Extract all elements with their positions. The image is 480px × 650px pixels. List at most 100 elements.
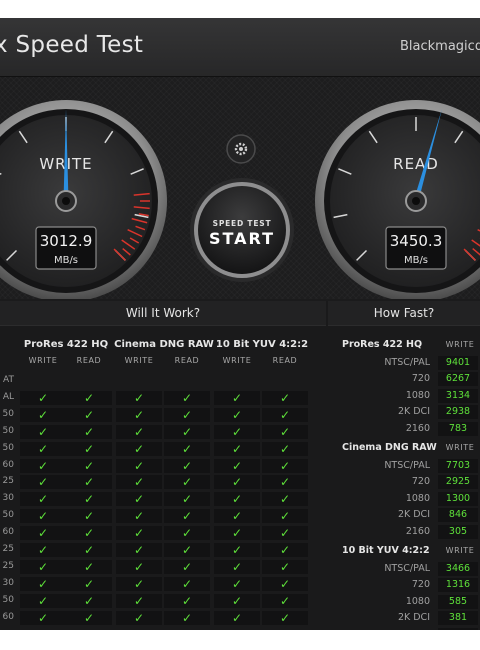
check-icon: ✓ — [279, 407, 291, 422]
result-cell: ✓ — [214, 559, 260, 574]
check-icon: ✓ — [83, 424, 95, 439]
result-cell: ✓ — [20, 526, 66, 541]
check-icon: ✓ — [279, 610, 291, 625]
check-icon: ✓ — [231, 543, 243, 557]
check-icon: ✓ — [133, 390, 145, 405]
check-icon: ✓ — [181, 543, 193, 557]
result-cell: ✓ — [262, 407, 308, 422]
result-cell: ✓ — [262, 458, 308, 473]
check-icon: ✓ — [231, 610, 243, 625]
check-icon: ✓ — [37, 407, 49, 422]
check-icon: ✓ — [181, 492, 193, 507]
row-label: 50 — [2, 425, 14, 436]
result-cell: ✓ — [214, 390, 260, 405]
result-cell: ✓ — [20, 509, 66, 524]
result-cell: ✓ — [66, 593, 112, 608]
result-cell: ✓ — [214, 441, 260, 456]
check-icon: ✓ — [279, 458, 291, 473]
check-icon: ✓ — [279, 593, 291, 608]
result-cell: ✓ — [20, 559, 66, 574]
check-icon: ✓ — [279, 576, 291, 591]
result-cell: ✓ — [214, 458, 260, 473]
check-icon: ✓ — [231, 458, 243, 473]
result-cell: ✓ — [164, 492, 210, 507]
result-cell: ✓ — [66, 526, 112, 541]
result-cell: ✓ — [262, 610, 308, 625]
app-window: x Speed Test Blackmagicdes — [0, 18, 480, 630]
read-speed-value: 3450.3 — [390, 232, 443, 250]
column-header-read: READ — [76, 356, 102, 365]
check-icon: ✓ — [133, 458, 145, 473]
read-gauge: READ 3450.3 MB/s — [315, 100, 480, 299]
result-cell: ✓ — [20, 593, 66, 608]
result-cell: ✓ — [116, 458, 162, 473]
gauge-area: WRITE 3012.9 MB/s READ 3450.3 MB/s — [0, 77, 480, 299]
how-fast-section-title: 10 Bit YUV 4:2:2 — [342, 545, 430, 556]
check-icon: ✓ — [181, 475, 193, 490]
how-fast-fps-value: 1300 — [438, 491, 478, 506]
result-cell: ✓ — [164, 475, 210, 490]
result-cell: ✓ — [164, 543, 210, 557]
result-cell: ✓ — [66, 458, 112, 473]
result-cell: ✓ — [164, 559, 210, 574]
check-icon: ✓ — [133, 576, 145, 591]
row-label: 60 — [2, 459, 14, 470]
column-header-read: READ — [174, 356, 200, 365]
results-area: Will It Work? ProRes 422 HQ Cinema DNG R… — [0, 301, 480, 630]
how-fast-format-label: NTSC/PAL — [384, 563, 430, 574]
write-gauge: WRITE 3012.9 MB/s — [0, 100, 167, 299]
check-icon: ✓ — [83, 559, 95, 574]
check-icon: ✓ — [83, 458, 95, 473]
result-cell: ✓ — [66, 441, 112, 456]
write-speed-unit: MB/s — [54, 255, 78, 266]
result-cell: ✓ — [164, 458, 210, 473]
row-label: AL — [2, 391, 14, 402]
row-label: 30 — [2, 493, 14, 504]
row-label: 25 — [2, 560, 14, 571]
result-cell: ✓ — [214, 509, 260, 524]
how-fast-title: How Fast? — [328, 301, 480, 326]
check-icon: ✓ — [83, 407, 95, 422]
result-cell: ✓ — [214, 543, 260, 557]
check-icon: ✓ — [37, 458, 49, 473]
result-cell: ✓ — [262, 509, 308, 524]
result-cell: ✓ — [116, 475, 162, 490]
check-icon: ✓ — [279, 492, 291, 507]
result-cell: ✓ — [214, 610, 260, 625]
check-icon: ✓ — [83, 593, 95, 608]
check-icon: ✓ — [83, 492, 95, 507]
how-fast-format-label: 2K DCI — [397, 612, 430, 624]
result-cell: ✓ — [20, 492, 66, 507]
result-cell: ✓ — [262, 543, 308, 557]
check-icon: ✓ — [133, 543, 145, 557]
check-icon: ✓ — [37, 543, 49, 557]
how-fast-format-label: 720 — [411, 373, 430, 385]
how-fast-fps-value: 3466 — [438, 562, 478, 576]
check-icon: ✓ — [181, 458, 193, 473]
row-label: 25 — [2, 544, 14, 554]
result-cell: ✓ — [66, 492, 112, 507]
check-icon: ✓ — [181, 390, 193, 405]
result-cell: ✓ — [164, 424, 210, 439]
result-cell: ✓ — [164, 593, 210, 608]
check-icon: ✓ — [231, 441, 243, 456]
settings-button[interactable] — [226, 134, 256, 164]
check-icon: ✓ — [181, 526, 193, 541]
how-fast-format-label: 1080 — [405, 492, 430, 504]
result-cell: ✓ — [164, 576, 210, 591]
result-cell: ✓ — [214, 407, 260, 422]
check-icon: ✓ — [279, 543, 291, 557]
check-icon: ✓ — [279, 475, 291, 490]
check-icon: ✓ — [231, 424, 243, 439]
result-cell: ✓ — [164, 526, 210, 541]
result-cell: ✓ — [20, 424, 66, 439]
result-cell: ✓ — [262, 576, 308, 591]
check-icon: ✓ — [37, 526, 49, 541]
check-icon: ✓ — [37, 475, 49, 490]
row-label: 50 — [2, 442, 14, 453]
how-fast-fps-value: 6267 — [438, 372, 478, 387]
start-button-label: START — [209, 229, 275, 248]
start-button[interactable]: SPEED TEST START — [190, 178, 294, 282]
check-icon: ✓ — [37, 559, 49, 574]
check-icon: ✓ — [37, 576, 49, 591]
